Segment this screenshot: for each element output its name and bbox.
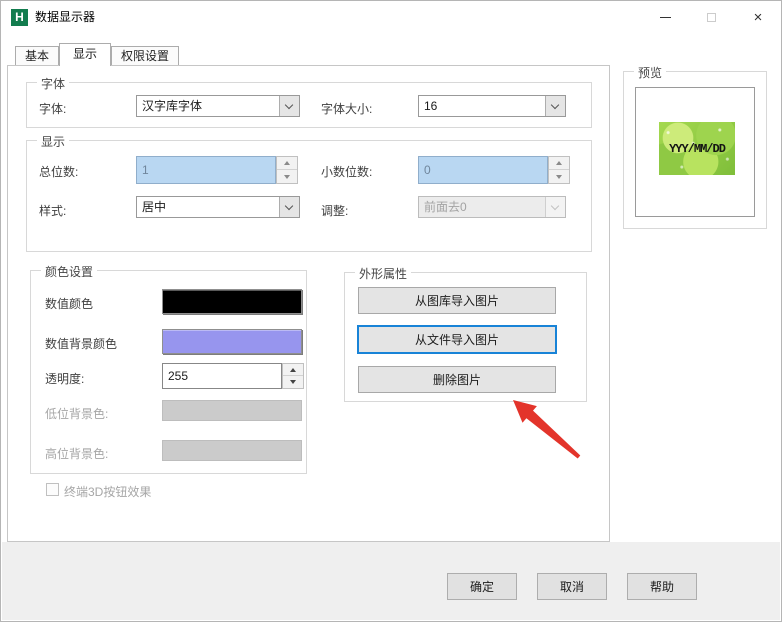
color-settings-title: 颜色设置 — [41, 263, 97, 280]
minimize-icon — [660, 17, 671, 18]
font-select[interactable]: 汉字库字体 — [136, 95, 300, 117]
data-display-dialog: H 数据显示器 × 基本 显示 权限设置 字体 字体: 汉字库字体 字体大小: … — [0, 0, 782, 622]
value-bg-color-label: 数值背景颜色 — [45, 335, 117, 352]
value-color-label: 数值颜色 — [45, 295, 93, 312]
terminal-3d-effect-checkbox — [46, 483, 59, 496]
window-title: 数据显示器 — [35, 1, 95, 34]
style-select-value: 居中 — [142, 197, 277, 217]
ok-button[interactable]: 确定 — [447, 573, 517, 600]
value-bg-color-swatch[interactable] — [162, 329, 302, 354]
chevron-down-icon[interactable] — [279, 96, 299, 116]
font-size-select[interactable]: 16 — [418, 95, 566, 117]
adjust-select-value: 前面去0 — [424, 197, 543, 217]
high-bg-color-swatch — [162, 440, 302, 461]
preview-group-title: 预览 — [634, 64, 666, 81]
tab-display[interactable]: 显示 — [59, 43, 111, 66]
decimal-digits-label: 小数位数: — [321, 163, 372, 180]
display-tab-page: 字体 字体: 汉字库字体 字体大小: 16 显示 总位数: 1 — [7, 65, 610, 542]
spin-down-icon[interactable] — [283, 376, 303, 388]
display-group: 显示 总位数: 1 小数位数: 0 样式: 居中 — [26, 140, 592, 252]
maximize-button — [689, 1, 735, 34]
spin-up-icon[interactable] — [283, 364, 303, 376]
minimize-button[interactable] — [643, 1, 689, 34]
opacity-spinner[interactable]: 255 — [162, 363, 304, 389]
title-bar: H 数据显示器 × — [1, 1, 781, 34]
color-settings-group: 颜色设置 数值颜色 数值背景颜色 透明度: 255 低位背景色: 高位背景色: — [30, 270, 307, 474]
adjust-select: 前面去0 — [418, 196, 566, 218]
preview-canvas: YYY/MM/DD — [635, 87, 755, 217]
display-group-title: 显示 — [37, 133, 69, 150]
font-group-title: 字体 — [37, 75, 69, 92]
decimal-digits-value: 0 — [418, 156, 548, 184]
value-color-swatch[interactable] — [162, 289, 302, 314]
opacity-value[interactable]: 255 — [162, 363, 282, 389]
low-bg-color-swatch — [162, 400, 302, 421]
preview-group: 预览 YYY/MM/DD — [623, 71, 767, 229]
low-bg-color-label: 低位背景色: — [45, 405, 108, 422]
shape-properties-title: 外形属性 — [355, 265, 411, 282]
total-digits-label: 总位数: — [39, 163, 78, 180]
app-icon: H — [11, 9, 28, 26]
spin-up-icon — [549, 157, 569, 170]
spin-down-icon — [549, 170, 569, 183]
red-arrow-annotation — [496, 389, 591, 467]
font-select-value: 汉字库字体 — [142, 96, 277, 116]
total-digits-spinner: 1 — [136, 156, 298, 184]
opacity-spin-buttons[interactable] — [282, 363, 304, 389]
decimal-digits-spinner: 0 — [418, 156, 570, 184]
style-select[interactable]: 居中 — [136, 196, 300, 218]
shape-properties-group: 外形属性 从图库导入图片 从文件导入图片 删除图片 — [344, 272, 587, 402]
decimal-digits-spin-buttons — [548, 156, 570, 184]
close-button[interactable]: × — [735, 1, 781, 34]
total-digits-value: 1 — [136, 156, 276, 184]
cancel-button[interactable]: 取消 — [537, 573, 607, 600]
import-from-gallery-button[interactable]: 从图库导入图片 — [358, 287, 556, 314]
preview-image-text: YYY/MM/DD — [659, 122, 735, 175]
style-label: 样式: — [39, 202, 66, 219]
spin-down-icon — [277, 170, 297, 183]
tab-permissions[interactable]: 权限设置 — [111, 46, 179, 66]
adjust-label: 调整: — [321, 202, 348, 219]
font-size-select-value: 16 — [424, 96, 543, 116]
font-size-label: 字体大小: — [321, 100, 372, 117]
chevron-down-icon — [545, 197, 565, 217]
total-digits-spin-buttons — [276, 156, 298, 184]
preview-image: YYY/MM/DD — [659, 122, 735, 175]
font-group: 字体 字体: 汉字库字体 字体大小: 16 — [26, 82, 592, 128]
help-button[interactable]: 帮助 — [627, 573, 697, 600]
footer-bar: 确定 取消 帮助 — [2, 542, 780, 620]
tab-basic[interactable]: 基本 — [15, 46, 59, 66]
opacity-label: 透明度: — [45, 370, 84, 387]
chevron-down-icon[interactable] — [279, 197, 299, 217]
terminal-3d-effect-label: 终端3D按钮效果 — [64, 483, 151, 500]
high-bg-color-label: 高位背景色: — [45, 445, 108, 462]
spin-up-icon — [277, 157, 297, 170]
chevron-down-icon[interactable] — [545, 96, 565, 116]
maximize-icon — [707, 13, 716, 22]
import-from-file-button[interactable]: 从文件导入图片 — [357, 325, 557, 354]
font-label: 字体: — [39, 100, 66, 117]
